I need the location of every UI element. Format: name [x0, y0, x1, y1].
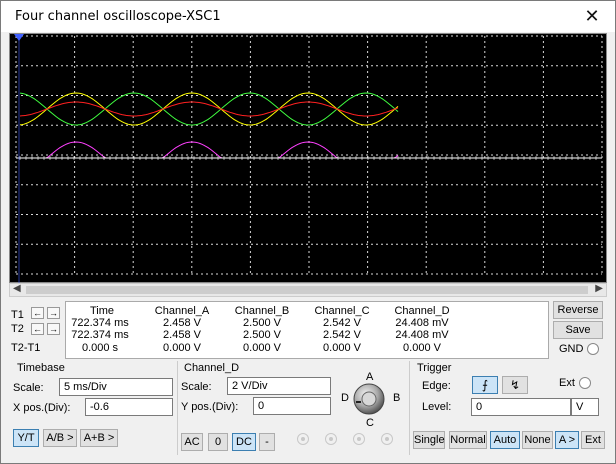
- knob-label-b: B: [393, 392, 401, 404]
- t2-channel-d: 24.408 mV: [395, 329, 449, 341]
- cursor-controls: T1 ← → T2 ← → T2-T1: [9, 301, 65, 359]
- t2-channel-c: 2.542 V: [323, 329, 361, 341]
- channel-a-radio[interactable]: [297, 433, 309, 445]
- channel-ypos-label: Y pos.(Div):: [181, 401, 239, 413]
- diff-channel-a: 0.000 V: [163, 342, 201, 354]
- readout-table: Time Channel_A Channel_B Channel_C Chann…: [65, 301, 549, 359]
- trigger-level-label: Level:: [422, 401, 452, 413]
- channel-b-trace: [19, 101, 399, 117]
- scope-plot: [14, 34, 603, 284]
- mode-yt-button[interactable]: Y/T: [13, 429, 39, 447]
- row-label-t2: T2: [11, 323, 24, 335]
- row-label-t2-t1: T2-T1: [11, 342, 41, 354]
- scroll-thumb[interactable]: [26, 286, 588, 294]
- channel-a-trace: [19, 92, 399, 126]
- knob-label-c: C: [366, 417, 374, 429]
- header-channel-c: Channel_C: [314, 305, 370, 317]
- coupling-minus-button[interactable]: -: [259, 433, 275, 451]
- trigger-source-a-button[interactable]: A >: [555, 431, 579, 449]
- trigger-level-unit[interactable]: V: [571, 398, 599, 416]
- channel-d-radio[interactable]: [381, 433, 393, 445]
- scope-display: [9, 33, 607, 284]
- trigger-title: Trigger: [417, 362, 452, 374]
- divider: [409, 361, 410, 455]
- channel-select-knob-icon[interactable]: [352, 382, 386, 416]
- t1-time: 722.374 ms: [71, 317, 129, 329]
- header-channel-b: Channel_B: [234, 305, 290, 317]
- channel-scale-input[interactable]: 2 V/Div: [227, 377, 331, 395]
- gnd-radio[interactable]: [587, 343, 599, 355]
- scroll-left-icon[interactable]: ◀: [13, 283, 21, 294]
- trigger-ext-button[interactable]: Ext: [581, 431, 605, 449]
- timebase-scale-input[interactable]: 5 ms/Div: [59, 378, 173, 396]
- t2-channel-b: 2.500 V: [243, 329, 281, 341]
- channel-ypos-input[interactable]: 0: [253, 397, 331, 415]
- t1-left-arrow-icon[interactable]: ←: [31, 307, 44, 319]
- reverse-button[interactable]: Reverse: [553, 301, 603, 319]
- title-bar[interactable]: Four channel oscilloscope-XSC1 ✕: [1, 1, 615, 32]
- trigger-single-button[interactable]: Single: [413, 431, 445, 449]
- t1-channel-a: 2.458 V: [163, 317, 201, 329]
- timebase-scale-label: Scale:: [13, 382, 44, 394]
- timebase-xpos-label: X pos.(Div):: [13, 402, 71, 414]
- trigger-ext-label: Ext: [559, 377, 575, 389]
- diff-channel-b: 0.000 V: [243, 342, 281, 354]
- diff-channel-c: 0.000 V: [323, 342, 361, 354]
- trigger-edge-label: Edge:: [422, 380, 451, 392]
- diff-time: 0.000 s: [81, 342, 119, 354]
- row-label-t1: T1: [11, 309, 24, 321]
- timebase-xpos-input[interactable]: -0.6: [85, 398, 173, 416]
- scope-scrollbar[interactable]: ◀ ▶: [9, 283, 607, 297]
- knob-label-d: D: [341, 392, 349, 404]
- timebase-title: Timebase: [17, 362, 65, 374]
- channel-scale-label: Scale:: [181, 381, 212, 393]
- header-channel-d: Channel_D: [394, 305, 450, 317]
- t1-channel-b: 2.500 V: [243, 317, 281, 329]
- coupling-ac-button[interactable]: AC: [181, 433, 203, 451]
- gnd-label: GND: [559, 343, 584, 355]
- falling-edge-icon[interactable]: ↯: [502, 376, 528, 394]
- t2-left-arrow-icon[interactable]: ←: [31, 323, 44, 335]
- header-time: Time: [89, 305, 115, 317]
- channel-c-trace: [19, 92, 399, 126]
- mode-a-plus-b-button[interactable]: A+B >: [80, 429, 118, 447]
- channel-title: Channel_D: [184, 362, 240, 374]
- trigger-auto-button[interactable]: Auto: [490, 431, 520, 449]
- t2-channel-a: 2.458 V: [163, 329, 201, 341]
- coupling-dc-button[interactable]: DC: [232, 433, 256, 451]
- divider: [177, 361, 178, 455]
- close-icon[interactable]: ✕: [577, 5, 607, 27]
- channel-d-trace: [20, 141, 399, 159]
- trigger-level-input[interactable]: 0: [471, 398, 571, 416]
- t1-channel-c: 2.542 V: [323, 317, 361, 329]
- header-channel-a: Channel_A: [154, 305, 210, 317]
- trigger-none-button[interactable]: None: [522, 431, 553, 449]
- trigger-ext-radio[interactable]: [579, 377, 591, 389]
- t1-channel-d: 24.408 mV: [395, 317, 449, 329]
- t2-time: 722.374 ms: [71, 329, 129, 341]
- channel-b-radio[interactable]: [325, 433, 337, 445]
- mode-ab-button[interactable]: A/B >: [43, 429, 77, 447]
- scroll-right-icon[interactable]: ▶: [595, 283, 603, 294]
- oscilloscope-window: Four channel oscilloscope-XSC1 ✕ ◀ ▶ T1 …: [0, 0, 616, 464]
- diff-channel-d: 0.000 V: [403, 342, 441, 354]
- window-title: Four channel oscilloscope-XSC1: [15, 9, 221, 24]
- channel-c-radio[interactable]: [353, 433, 365, 445]
- trigger-normal-button[interactable]: Normal: [449, 431, 487, 449]
- coupling-zero-button[interactable]: 0: [208, 433, 228, 451]
- save-button[interactable]: Save: [553, 321, 603, 339]
- rising-edge-icon[interactable]: ⨍: [472, 376, 498, 394]
